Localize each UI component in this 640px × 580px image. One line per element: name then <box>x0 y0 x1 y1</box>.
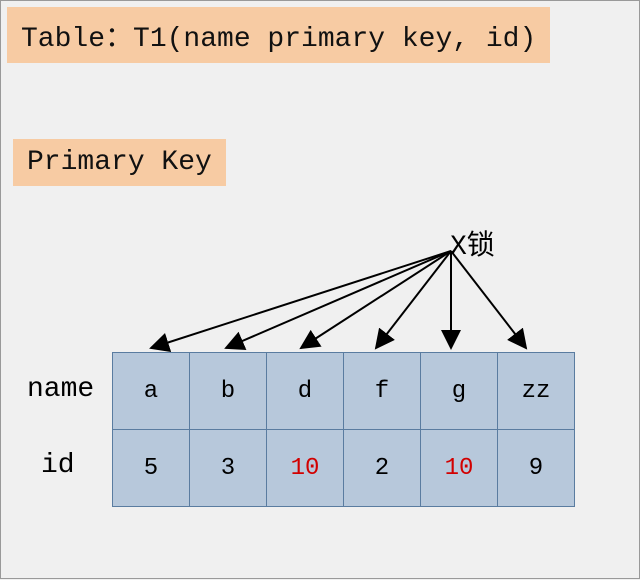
table-row: a b d f g zz <box>113 353 575 430</box>
id-cell: 3 <box>190 430 267 507</box>
x-lock-label: X锁 <box>450 223 495 263</box>
name-cell: zz <box>498 353 575 430</box>
row-label-name: name <box>27 374 94 405</box>
id-cell: 9 <box>498 430 575 507</box>
id-cell: 10 <box>267 430 344 507</box>
table-row: 5 3 10 2 10 9 <box>113 430 575 507</box>
name-cell: b <box>190 353 267 430</box>
name-cell: a <box>113 353 190 430</box>
id-cell: 5 <box>113 430 190 507</box>
name-cell: d <box>267 353 344 430</box>
primary-key-tag: Primary Key <box>13 139 226 186</box>
row-label-id: id <box>41 450 75 481</box>
name-cell: f <box>344 353 421 430</box>
primary-key-index-table: a b d f g zz 5 3 10 2 10 9 <box>112 352 575 507</box>
table-definition-tag: Table：T1(name primary key, id) <box>7 7 550 63</box>
name-cell: g <box>421 353 498 430</box>
id-cell: 2 <box>344 430 421 507</box>
id-cell: 10 <box>421 430 498 507</box>
